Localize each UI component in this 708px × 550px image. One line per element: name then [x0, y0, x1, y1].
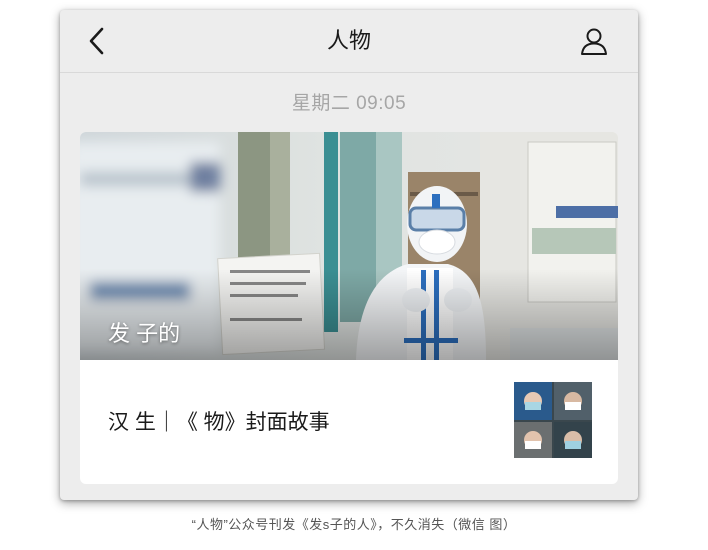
person-icon [581, 28, 607, 55]
top-navbar: 人物 [60, 10, 638, 73]
message-timestamp: 星期二 09:05 [291, 93, 407, 114]
article-cover-image: 发 子的 [80, 132, 618, 360]
phone-screenshot: 人物 星期二 09:05 发 子的 汉 生｜《 物》封面故事 [60, 10, 638, 500]
related-article-row[interactable]: 汉 生｜《 物》封面故事 [80, 360, 618, 484]
thumbnail-image [514, 382, 592, 458]
related-article-title: 汉 生｜《 物》封面故事 [108, 411, 330, 434]
related-article-thumbnail [514, 382, 592, 458]
article-card[interactable]: 发 子的 汉 生｜《 物》封面故事 [80, 132, 618, 484]
article-cover-title: 发 子的 [108, 321, 181, 346]
profile-button[interactable] [578, 25, 610, 57]
page-title: 人物 [326, 28, 371, 53]
figure-caption: “人物”公众号刊发《发s子的人》，不久消失（微信 图） [191, 517, 517, 532]
